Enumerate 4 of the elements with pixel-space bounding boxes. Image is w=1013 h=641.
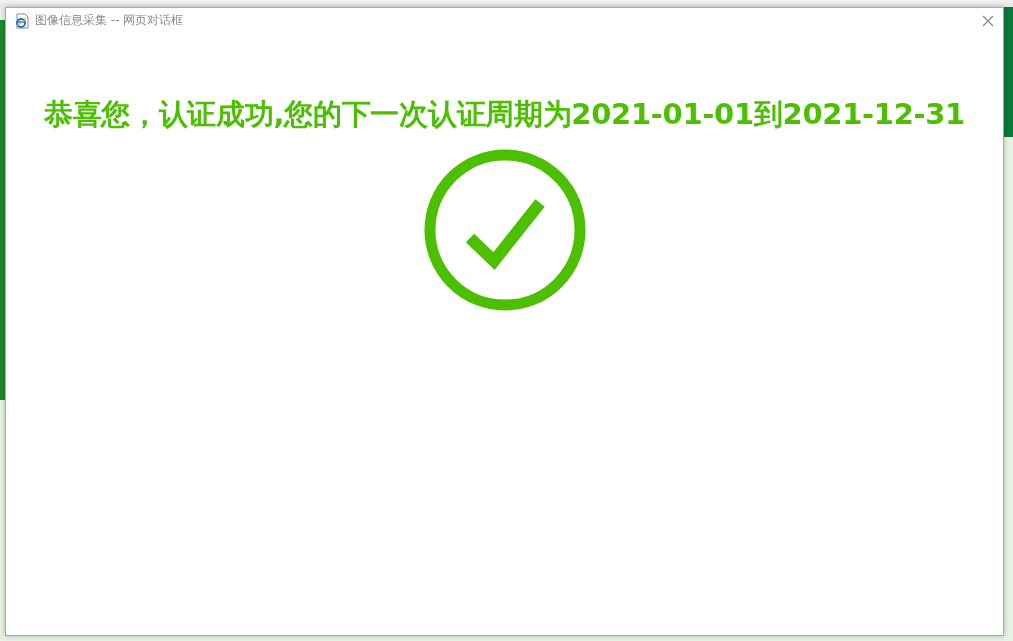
success-message: 恭喜您，认证成功,您的下一次认证周期为2021-01-01到2021-12-31 — [44, 96, 965, 133]
close-button[interactable] — [981, 13, 995, 28]
window-title: 图像信息采集 -- 网页对话框 — [35, 12, 185, 29]
browser-page-icon — [14, 12, 30, 29]
